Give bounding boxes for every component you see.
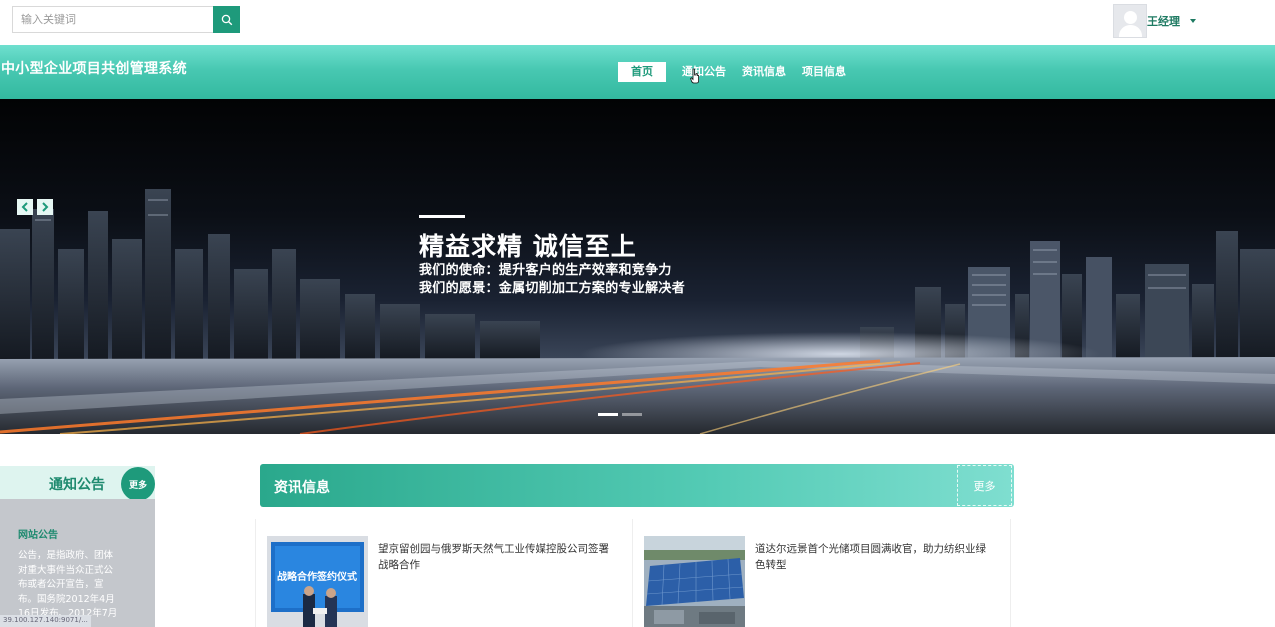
slider-next-button[interactable]	[37, 199, 53, 215]
news-title: 资讯信息	[274, 480, 330, 496]
news-item-text[interactable]: 道达尔远景首个光储项目圆满收官，助力纺织业绿色转型	[755, 541, 995, 573]
chevron-right-icon	[42, 202, 49, 212]
news-thumbnail[interactable]	[644, 536, 745, 627]
slider-dots	[598, 413, 646, 416]
site-title: 中小型企业项目共创管理系统	[1, 61, 187, 77]
nav-item-home[interactable]: 首页	[618, 62, 666, 82]
news-item[interactable]: 道达尔远景首个光储项目圆满收官，助力纺织业绿色转型	[633, 519, 1011, 627]
slider-dot-1[interactable]	[598, 413, 618, 416]
solar-farm-image	[644, 536, 745, 627]
banner-vision: 我们的愿景：金属切削加工方案的专业解决者	[419, 281, 686, 296]
news-thumbnail[interactable]: 战略合作签约仪式	[267, 536, 368, 627]
news-header: 资讯信息 更多	[260, 464, 1014, 507]
top-bar: 王经理	[0, 0, 1275, 45]
user-name[interactable]: 王经理	[1147, 13, 1180, 29]
search-box	[12, 6, 240, 33]
caret-down-icon[interactable]	[1190, 19, 1196, 23]
user-menu[interactable]: 王经理	[1113, 4, 1196, 38]
nav-item-projects[interactable]: 项目信息	[802, 62, 846, 82]
banner-headline: 精益求精 诚信至上	[419, 232, 637, 261]
news-list: 战略合作签约仪式 望京留创园与俄罗斯天然气工业传媒控股公司签署战略合作 道达尔远…	[255, 519, 1015, 627]
chevron-left-icon	[21, 202, 28, 212]
banner-mission: 我们的使命：提升客户的生产效率和竞争力	[419, 263, 672, 278]
news-section: 资讯信息 更多 战略合作签约仪式 望京留创园与俄罗斯天然气工业传媒控股公司签署战…	[255, 464, 1014, 627]
user-avatar-icon[interactable]	[1113, 4, 1147, 38]
notice-body: 网站公告 公告，是指政府、团体对重大事件当众正式公布或者公开宣告，宣布。国务院2…	[0, 499, 155, 627]
news-more-button[interactable]: 更多	[957, 465, 1012, 506]
news-item-text[interactable]: 望京留创园与俄罗斯天然气工业传媒控股公司签署战略合作	[378, 541, 618, 573]
notice-item-title[interactable]: 网站公告	[18, 526, 141, 541]
notice-header: 通知公告 更多	[0, 466, 155, 501]
search-icon	[221, 14, 232, 25]
notice-panel: 通知公告 更多 网站公告 公告，是指政府、团体对重大事件当众正式公布或者公开宣告…	[0, 466, 155, 627]
slider-prev-button[interactable]	[17, 199, 33, 215]
news-item[interactable]: 战略合作签约仪式 望京留创园与俄罗斯天然气工业传媒控股公司签署战略合作	[255, 519, 633, 627]
notice-title: 通知公告	[49, 477, 105, 493]
slider-dot-2[interactable]	[622, 413, 642, 416]
banner-caption: 精益求精 诚信至上 我们的使命：提升客户的生产效率和竞争力 我们的愿景：金属切削…	[419, 215, 685, 298]
signing-ceremony-image: 战略合作签约仪式	[267, 536, 368, 627]
thumb-caption: 战略合作签约仪式	[277, 570, 357, 583]
nav-item-news[interactable]: 资讯信息	[742, 62, 786, 82]
nav-item-notices[interactable]: 通知公告	[682, 62, 726, 82]
status-url: 39.100.127.140:9071/...	[0, 615, 91, 627]
notice-more-button[interactable]: 更多	[121, 467, 155, 501]
search-input[interactable]	[12, 6, 213, 33]
hand-pointer-icon	[690, 68, 699, 84]
hero-banner: 精益求精 诚信至上 我们的使命：提升客户的生产效率和竞争力 我们的愿景：金属切削…	[0, 99, 1275, 434]
search-button[interactable]	[213, 6, 240, 33]
banner-divider	[419, 215, 465, 218]
main-nav: 首页 通知公告 资讯信息 项目信息	[618, 62, 862, 82]
header-band: 中小型企业项目共创管理系统 首页 通知公告 资讯信息 项目信息	[0, 45, 1275, 99]
